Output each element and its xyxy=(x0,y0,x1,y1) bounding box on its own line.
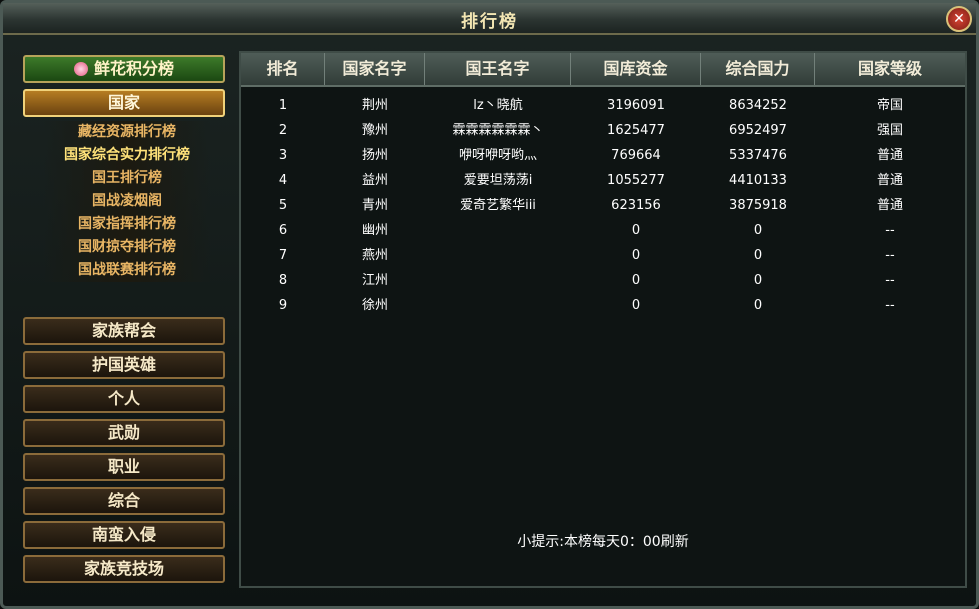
category-button[interactable]: 个人 xyxy=(23,385,225,413)
table-cell: 8 xyxy=(278,273,288,288)
table-cell: 5 xyxy=(278,198,288,213)
table-cell: -- xyxy=(885,223,895,238)
sidebar-sub-item[interactable]: 国家综合实力排行榜 xyxy=(43,144,211,167)
tab-country[interactable]: 国家 xyxy=(23,89,225,117)
column-header: 国库资金 xyxy=(571,53,701,85)
table-cell: -- xyxy=(885,273,895,288)
table-cell: 0 xyxy=(631,248,641,263)
table-cell: 普通 xyxy=(876,198,903,213)
flower-board-label: 鲜花积分榜 xyxy=(93,59,174,78)
column-header: 综合国力 xyxy=(701,53,815,85)
table-cell: lz丶晓航 xyxy=(473,98,523,113)
column-header: 国家等级 xyxy=(857,59,922,78)
title-bar: 排行榜 ✕ xyxy=(3,3,976,35)
table-cell xyxy=(425,268,571,293)
table-row[interactable]: 9 徐州 0 0 -- xyxy=(241,293,965,318)
table-cell: 普通 xyxy=(876,173,903,188)
category-button[interactable]: 南蛮入侵 xyxy=(23,521,225,549)
table-cell: 帝国 xyxy=(876,98,903,113)
table-cell: -- xyxy=(885,298,895,313)
table-cell: 0 xyxy=(753,298,763,313)
table-cell: 6952497 xyxy=(729,123,787,138)
ranking-window: 排行榜 ✕ 鲜花积分榜 国家 藏经资源排行榜 国家综合实力排行榜 国王排行榜 国战凌烟… xyxy=(0,0,979,609)
table-cell: 7 xyxy=(278,248,288,263)
table-cell: -- xyxy=(885,248,895,263)
table-cell xyxy=(425,218,571,243)
table-cell: 普通 xyxy=(876,148,903,163)
table-cell: 燕州 xyxy=(361,248,388,263)
column-header: 国家名字 xyxy=(325,53,425,85)
table-body: 1 荆州 lz丶晓航 3196091 8634252 帝国 2 豫州 霖霖霖霖霖霖丶 162547… xyxy=(241,93,965,318)
category-button[interactable]: 综合 xyxy=(23,487,225,515)
country-sub-list: 藏经资源排行榜 国家综合实力排行榜 国王排行榜 国战凌烟阁 国家指挥排行榜 国财掠夺排行榜… xyxy=(43,121,211,282)
table-cell: 8634252 xyxy=(729,98,787,113)
table-cell: 6 xyxy=(278,223,288,238)
category-button[interactable]: 家族帮会 xyxy=(23,317,225,345)
table-cell: 0 xyxy=(631,298,641,313)
table-row[interactable]: 6 幽州 0 0 -- xyxy=(241,218,965,243)
table-cell: 0 xyxy=(753,273,763,288)
table-cell: 0 xyxy=(753,248,763,263)
table-cell: 益州 xyxy=(361,173,388,188)
sidebar-sub-item[interactable]: 国家指挥排行榜 xyxy=(43,213,211,236)
table-cell: 幽州 xyxy=(361,223,388,238)
sidebar-sub-item[interactable]: 国战凌烟阁 xyxy=(43,190,211,213)
table-cell: 1055277 xyxy=(607,173,665,188)
table-cell: 青州 xyxy=(361,198,388,213)
table-header: 排名 国家名字 国王名字 国库资金 综合国力 国家等级 xyxy=(241,53,965,87)
sidebar-sub-item[interactable]: 国财掠夺排行榜 xyxy=(43,236,211,259)
table-cell: 3196091 xyxy=(607,98,665,113)
table-cell xyxy=(425,293,571,318)
table-row[interactable]: 7 燕州 0 0 -- xyxy=(241,243,965,268)
category-button[interactable]: 护国英雄 xyxy=(23,351,225,379)
table-cell: 1 xyxy=(278,98,288,113)
table-cell xyxy=(425,243,571,268)
flower-icon xyxy=(73,62,88,76)
table-cell: 豫州 xyxy=(361,123,388,138)
table-cell: 623156 xyxy=(611,198,661,213)
close-icon[interactable]: ✕ xyxy=(946,6,972,32)
table-cell: 0 xyxy=(631,223,641,238)
table-cell: 爱要坦荡荡i xyxy=(463,173,533,188)
table-row[interactable]: 2 豫州 霖霖霖霖霖霖丶 1625477 6952497 强国 xyxy=(241,118,965,143)
table-cell: 0 xyxy=(631,273,641,288)
table-cell: 769664 xyxy=(611,148,661,163)
ranking-panel: 排名 国家名字 国王名字 国库资金 综合国力 国家等级 1 荆州 lz丶晓航 3196091 86… xyxy=(239,51,967,588)
table-cell: 荆州 xyxy=(361,98,388,113)
table-row[interactable]: 8 江州 0 0 -- xyxy=(241,268,965,293)
table-row[interactable]: 1 荆州 lz丶晓航 3196091 8634252 帝国 xyxy=(241,93,965,118)
table-cell: 3875918 xyxy=(729,198,787,213)
table-row[interactable]: 5 青州 爱奇艺繁华iii 623156 3875918 普通 xyxy=(241,193,965,218)
sidebar-sub-item[interactable]: 国王排行榜 xyxy=(43,167,211,190)
table-cell: 4410133 xyxy=(729,173,787,188)
column-header: 排名 xyxy=(241,53,325,85)
table-cell: 4 xyxy=(278,173,288,188)
table-cell: 9 xyxy=(278,298,288,313)
sidebar-sub-item[interactable]: 藏经资源排行榜 xyxy=(43,121,211,144)
refresh-tip: 小提示:本榜每天0：00刷新 xyxy=(517,534,689,550)
table-cell: 2 xyxy=(278,123,288,138)
table-cell: 0 xyxy=(753,223,763,238)
table-cell: 徐州 xyxy=(361,298,388,313)
table-cell: 1625477 xyxy=(607,123,665,138)
flower-board-button[interactable]: 鲜花积分榜 xyxy=(23,55,225,83)
sidebar: 鲜花积分榜 国家 藏经资源排行榜 国家综合实力排行榜 国王排行榜 国战凌烟阁 国家指挥排… xyxy=(17,49,231,589)
table-cell: 霖霖霖霖霖霖丶 xyxy=(452,123,544,138)
category-button[interactable]: 武勋 xyxy=(23,419,225,447)
window-title: 排行榜 xyxy=(461,12,518,32)
table-cell: 5337476 xyxy=(729,148,787,163)
column-header: 国王名字 xyxy=(425,53,571,85)
table-row[interactable]: 4 益州 爱要坦荡荡i 1055277 4410133 普通 xyxy=(241,168,965,193)
table-cell: 爱奇艺繁华iii xyxy=(460,198,536,213)
sidebar-sub-item[interactable]: 国战联赛排行榜 xyxy=(43,259,211,282)
table-cell: 3 xyxy=(278,148,288,163)
table-row[interactable]: 3 扬州 咿呀咿呀哟灬 769664 5337476 普通 xyxy=(241,143,965,168)
category-button[interactable]: 家族竞技场 xyxy=(23,555,225,583)
table-cell: 强国 xyxy=(876,123,903,138)
table-cell: 扬州 xyxy=(361,148,388,163)
table-cell: 江州 xyxy=(361,273,388,288)
table-cell: 咿呀咿呀哟灬 xyxy=(458,148,537,163)
category-button[interactable]: 职业 xyxy=(23,453,225,481)
